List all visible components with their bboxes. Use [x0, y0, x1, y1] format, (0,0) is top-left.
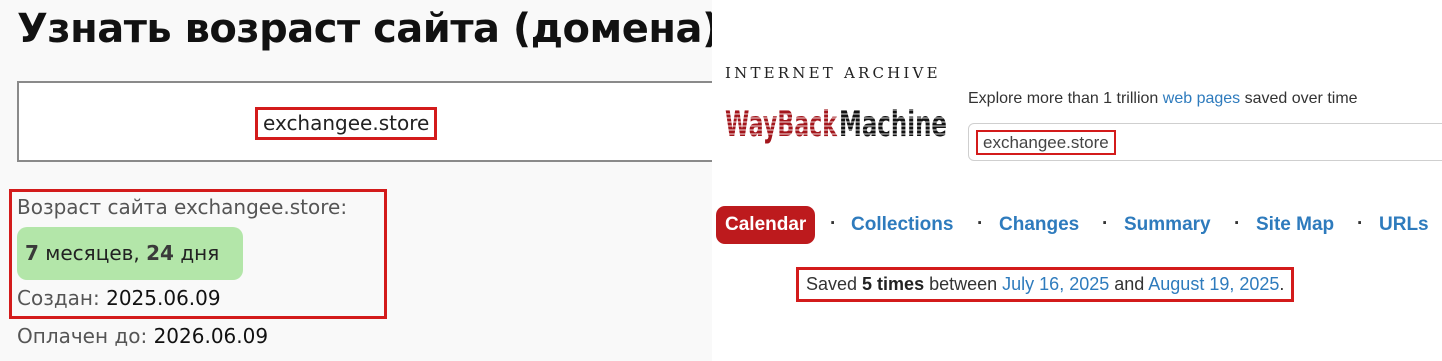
web-pages-link[interactable]: web pages: [1163, 90, 1240, 107]
tab-separator: ·: [977, 213, 984, 234]
page-title: Узнать возраст сайта (домена): [17, 6, 712, 52]
tab-separator: ·: [1102, 213, 1109, 234]
paid-label: Оплачен до:: [17, 324, 148, 348]
wayback-machine-logo[interactable]: WayBack Machine: [725, 86, 947, 144]
paid-value: 2026.06.09: [153, 324, 269, 348]
domain-age-panel: Узнать возраст сайта (домена) exchangee.…: [0, 0, 712, 361]
domain-value-highlight: exchangee.store: [255, 107, 438, 140]
tab-urls[interactable]: URLs: [1379, 206, 1429, 244]
age-months-word: месяцев,: [45, 241, 140, 265]
explore-suffix: saved over time: [1240, 90, 1358, 107]
saved-end: .: [1279, 274, 1285, 294]
age-badge: 7 месяцев, 24 дня: [17, 227, 243, 280]
tab-changes[interactable]: Changes: [999, 206, 1079, 244]
wayback-search-value-highlight: exchangee.store: [976, 130, 1116, 155]
tab-separator: ·: [830, 213, 837, 234]
explore-prefix: Explore more than 1 trillion: [968, 90, 1163, 107]
saved-prefix: Saved: [806, 274, 863, 294]
tab-summary[interactable]: Summary: [1124, 206, 1211, 244]
saved-count: 5 times: [862, 274, 925, 294]
paid-row: Оплачен до: 2026.06.09: [17, 324, 268, 348]
age-months-number: 7: [25, 241, 39, 265]
tab-calendar[interactable]: Calendar: [716, 206, 816, 244]
age-days-number: 24: [146, 241, 174, 265]
tab-separator: ·: [1357, 213, 1364, 234]
saved-and: and: [1109, 274, 1149, 294]
age-days-word: дня: [180, 241, 220, 265]
explore-tagline: Explore more than 1 trillion web pages s…: [968, 90, 1358, 108]
wayback-panel: INTERNET ARCHIVE WayBack Machine Explore…: [712, 0, 1442, 361]
last-capture-link[interactable]: August 19, 2025: [1148, 274, 1279, 294]
internet-archive-text: INTERNET ARCHIVE: [725, 64, 941, 82]
created-label: Создан:: [17, 286, 100, 310]
saved-between: between: [924, 274, 1003, 294]
tab-separator: ·: [1234, 213, 1241, 234]
age-label: Возраст сайта exchangee.store:: [17, 195, 348, 219]
tab-collections[interactable]: Collections: [851, 206, 953, 244]
saved-summary-highlight: Saved 5 times between July 16, 2025 and …: [796, 267, 1295, 302]
first-capture-link[interactable]: July 16, 2025: [1002, 274, 1109, 294]
tab-site-map[interactable]: Site Map: [1256, 206, 1334, 244]
created-row: Создан: 2025.06.09: [17, 286, 221, 310]
created-value: 2025.06.09: [106, 286, 221, 310]
